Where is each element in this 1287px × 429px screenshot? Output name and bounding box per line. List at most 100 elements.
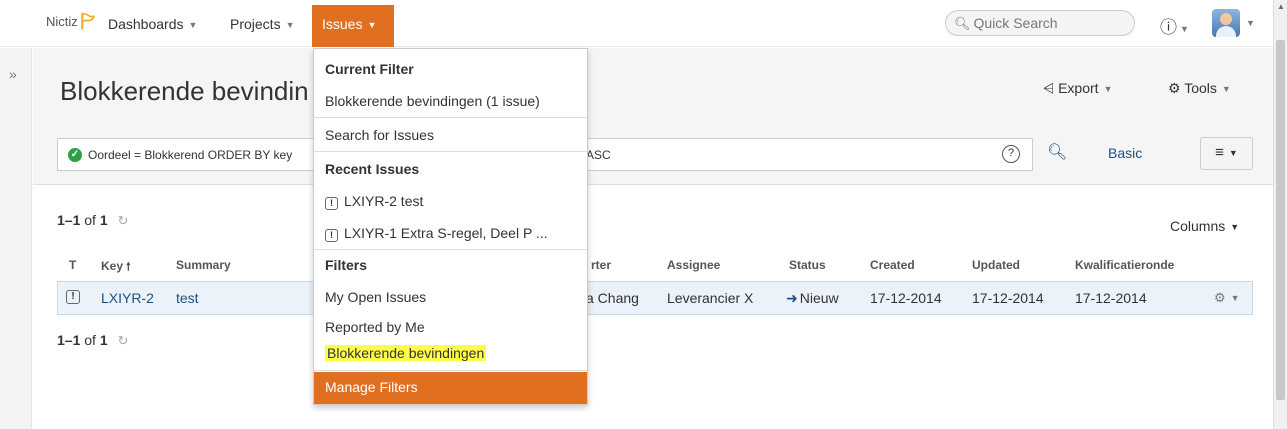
chevron-down-icon: ▼ bbox=[188, 20, 198, 30]
expand-sidebar-icon[interactable]: » bbox=[9, 66, 17, 82]
logo-figure-icon: 🏱 bbox=[80, 12, 96, 31]
nav-projects-label: Projects bbox=[230, 16, 281, 32]
chevron-down-icon: ▼ bbox=[285, 20, 295, 30]
issue-status-label: Nieuw bbox=[799, 290, 839, 306]
quick-search-placeholder: Quick Search bbox=[973, 15, 1058, 31]
gear-icon: ⚙ bbox=[1168, 80, 1181, 96]
menu-item-search-issues[interactable]: Search for Issues bbox=[325, 127, 434, 143]
chevron-down-icon: ▼ bbox=[1230, 293, 1240, 303]
menu-divider bbox=[314, 151, 587, 152]
column-header-created[interactable]: Created bbox=[870, 258, 915, 272]
columns-button[interactable]: Columns ▼ bbox=[1170, 218, 1239, 234]
menu-item-manage-filters[interactable]: Manage Filters bbox=[314, 372, 587, 404]
issue-assignee: Leverancier X bbox=[667, 290, 754, 306]
refresh-icon[interactable]: ↻ bbox=[118, 213, 129, 228]
scroll-up-arrow-icon[interactable]: ▲ bbox=[1277, 2, 1285, 11]
issues-dropdown-menu: Current Filter Blokkerende bevindingen (… bbox=[313, 48, 588, 405]
column-header-updated[interactable]: Updated bbox=[972, 258, 1020, 272]
columns-label: Columns bbox=[1170, 218, 1226, 234]
menu-item-my-open-issues[interactable]: My Open Issues bbox=[325, 289, 426, 305]
tools-label: Tools bbox=[1184, 80, 1217, 96]
issue-reporter: a Chang bbox=[586, 290, 639, 306]
export-label: Export bbox=[1058, 80, 1099, 96]
column-header-assignee[interactable]: Assignee bbox=[667, 258, 720, 272]
row-actions-button[interactable]: ⚙ ▼ bbox=[1214, 290, 1240, 306]
issue-status: ➜ Nieuw bbox=[786, 290, 839, 307]
nav-dashboards[interactable]: Dashboards ▼ bbox=[108, 16, 197, 32]
avatar-head-shape bbox=[1220, 13, 1232, 25]
menu-divider bbox=[314, 370, 587, 371]
column-header-type[interactable]: T bbox=[69, 258, 76, 272]
valid-query-check-icon: ✓ bbox=[68, 148, 82, 162]
menu-item-blokkerende-bevindingen[interactable]: Blokkerende bevindingen bbox=[325, 345, 487, 361]
search-icon: 🔍︎ bbox=[954, 16, 971, 31]
basic-mode-link[interactable]: Basic bbox=[1108, 145, 1142, 161]
count-of: of bbox=[84, 212, 96, 228]
recent-issue-label: LXIYR-1 Extra S-regel, Deel P ... bbox=[344, 225, 548, 241]
issue-summary-link[interactable]: test bbox=[176, 290, 199, 306]
column-header-key[interactable]: Key 🠕 bbox=[101, 258, 131, 277]
menu-item-recent-issue[interactable]: ! LXIYR-2 test bbox=[325, 193, 423, 210]
menu-divider bbox=[314, 249, 587, 250]
count-of: of bbox=[84, 332, 96, 348]
help-icon[interactable]: ? bbox=[1002, 145, 1020, 163]
issue-kwalificatieronde: 17-12-2014 bbox=[1075, 290, 1147, 306]
column-header-summary[interactable]: Summary bbox=[176, 258, 231, 272]
nav-issues-label: Issues bbox=[322, 16, 363, 32]
help-menu[interactable]: ⓘ ▼ bbox=[1160, 13, 1189, 38]
column-header-kwalificatieronde[interactable]: Kwalificatieronde bbox=[1075, 258, 1174, 272]
result-count: 1–1 of 1 ↻ bbox=[57, 212, 128, 229]
search-icon: 🔍︎ bbox=[1047, 144, 1068, 161]
user-avatar[interactable] bbox=[1212, 9, 1240, 37]
sidebar-collapsed: » bbox=[0, 48, 32, 429]
recent-issues-heading: Recent Issues bbox=[325, 161, 420, 177]
gear-icon: ⚙ bbox=[1214, 290, 1226, 305]
export-icon: ⩤ bbox=[1043, 80, 1055, 96]
current-filter-heading: Current Filter bbox=[325, 61, 414, 77]
menu-item-recent-issue[interactable]: ! LXIYR-1 Extra S-regel, Deel P ... bbox=[325, 225, 548, 242]
issue-created: 17-12-2014 bbox=[870, 290, 942, 306]
highlighted-filter-label: Blokkerende bevindingen bbox=[325, 345, 487, 361]
sort-ascending-icon: 🠕 bbox=[126, 261, 131, 273]
tools-button[interactable]: ⚙ Tools ▼ bbox=[1168, 80, 1231, 97]
issue-type-icon: ! bbox=[325, 229, 338, 242]
chevron-down-icon: ▼ bbox=[367, 20, 377, 30]
result-count-bottom: 1–1 of 1 ↻ bbox=[57, 332, 128, 349]
menu-divider bbox=[314, 117, 587, 118]
menu-item-reported-by-me[interactable]: Reported by Me bbox=[325, 319, 425, 335]
scroll-thumb[interactable] bbox=[1276, 40, 1285, 400]
nav-issues[interactable]: Issues ▼ bbox=[312, 5, 394, 47]
column-header-reporter[interactable]: rter bbox=[591, 258, 611, 272]
search-button[interactable]: 🔍︎ bbox=[1047, 142, 1067, 162]
refresh-icon[interactable]: ↻ bbox=[118, 333, 129, 348]
table-row[interactable] bbox=[57, 281, 1253, 315]
chevron-down-icon[interactable]: ▼ bbox=[1246, 18, 1255, 28]
nav-projects[interactable]: Projects ▼ bbox=[230, 16, 295, 32]
recent-issue-label: LXIYR-2 test bbox=[344, 193, 424, 209]
count-total: 1 bbox=[99, 212, 108, 228]
chevron-down-icon: ▼ bbox=[1221, 84, 1231, 94]
page-title: Blokkerende bevindin bbox=[60, 76, 309, 106]
count-total: 1 bbox=[99, 332, 108, 348]
nictiz-logo[interactable]: Nictiz 🏱 bbox=[46, 12, 96, 31]
filters-heading: Filters bbox=[325, 257, 368, 273]
issue-type-icon: ! bbox=[66, 290, 80, 304]
issue-key-link[interactable]: LXIYR-2 bbox=[101, 290, 154, 306]
menu-item-current-filter[interactable]: Blokkerende bevindingen (1 issue) bbox=[325, 93, 540, 109]
chevron-down-icon: ▼ bbox=[1103, 84, 1113, 94]
quick-search-input[interactable]: 🔍︎ Quick Search bbox=[945, 10, 1135, 36]
export-button[interactable]: ⩤ Export ▼ bbox=[1043, 80, 1112, 97]
column-header-status[interactable]: Status bbox=[789, 258, 826, 272]
chevron-down-icon: ▼ bbox=[1228, 148, 1238, 158]
column-header-key-label: Key bbox=[101, 259, 124, 273]
status-arrow-icon: ➜ bbox=[786, 290, 798, 306]
top-navigation-bar: Nictiz 🏱 Dashboards ▼ Projects ▼ Issues ▼ 🔍… bbox=[0, 0, 1287, 47]
logo-text: Nictiz bbox=[46, 14, 78, 29]
nav-dashboards-label: Dashboards bbox=[108, 16, 184, 32]
layout-menu-button[interactable]: ≡ ▼ bbox=[1200, 137, 1253, 170]
count-range: 1–1 bbox=[57, 332, 81, 348]
help-icon: ⓘ bbox=[1160, 18, 1177, 37]
issue-type-icon: ! bbox=[325, 197, 338, 210]
page-scrollbar[interactable]: ▲ bbox=[1273, 0, 1287, 429]
hamburger-icon: ≡ bbox=[1215, 144, 1224, 161]
